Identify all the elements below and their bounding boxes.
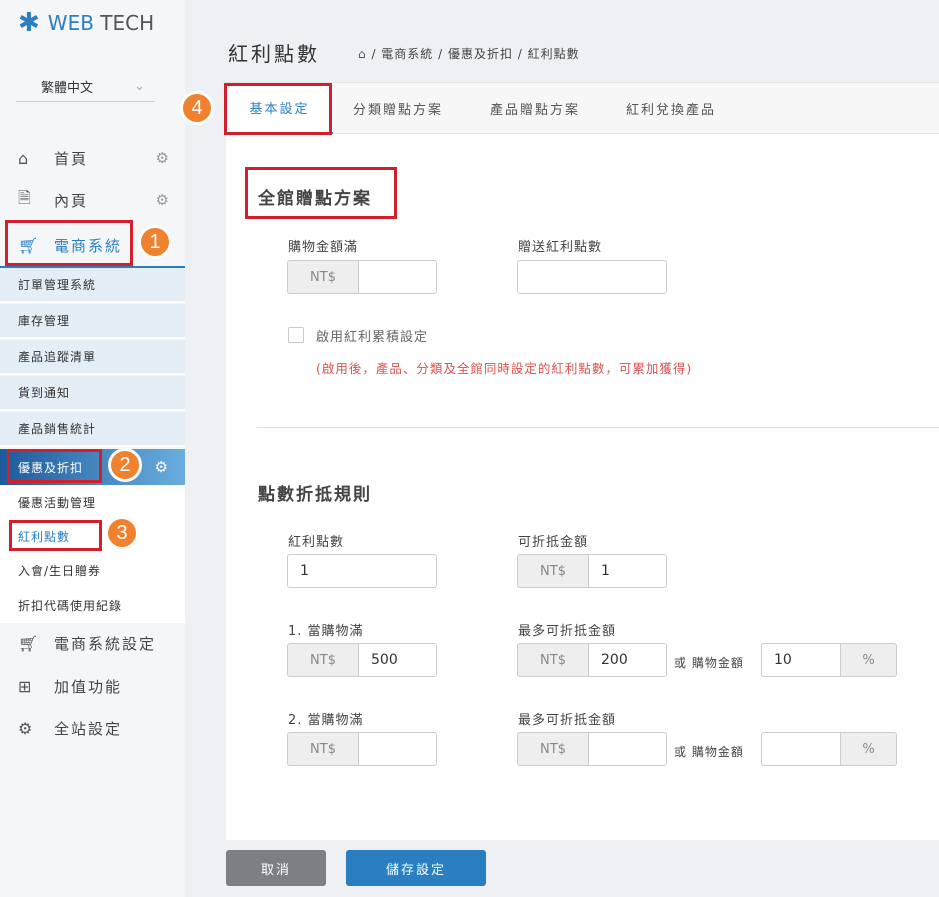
home-icon: ⌂ [18, 149, 40, 168]
checkbox-label: 啟用紅利累積設定 [316, 326, 428, 345]
language-value: 繁體中文 [41, 77, 93, 96]
nav-label: 電商系統設定 [54, 633, 156, 654]
field-label: 購物金額滿 [288, 236, 358, 255]
field-label: 可折抵金額 [518, 531, 588, 550]
or-label: 或 購物金額 [674, 743, 744, 760]
currency-addon: NT$ [517, 643, 588, 677]
rule2-max-input[interactable] [588, 732, 667, 766]
submenu-item[interactable]: 入會/生日贈券 [0, 553, 185, 588]
nav-ecommerce-settings[interactable]: 🛒︎ 電商系統設定 [0, 623, 185, 663]
highlight-box [5, 220, 133, 266]
field-label: 紅利點數 [288, 531, 344, 550]
field-label: 1. 當購物滿 [288, 620, 364, 639]
highlight-box [7, 449, 102, 483]
note-text: (啟用後，產品、分類及全館同時設定的紅利點數，可累加獲得) [316, 358, 692, 377]
cart-icon: 🛒︎ [18, 634, 40, 653]
deduct-input-group: NT$1 [517, 554, 667, 588]
tab-product-points[interactable]: 產品贈點方案 [490, 83, 580, 134]
field-label: 最多可折抵金額 [518, 620, 616, 639]
nav-home[interactable]: ⌂ 首頁 ⚙ [0, 138, 185, 178]
language-select[interactable]: 繁體中文 ⌄ [16, 72, 155, 102]
redeem-points-input[interactable]: 1 [287, 554, 437, 588]
rule1-amount-input[interactable]: 500 [358, 643, 437, 677]
field-label: 最多可折抵金額 [518, 709, 616, 728]
save-button[interactable]: 儲存設定 [346, 850, 486, 886]
breadcrumb: ⌂ / 電商系統 / 優惠及折扣 / 紅利點數 [358, 45, 580, 62]
document-icon: 🗎 [18, 187, 40, 214]
nav-addons[interactable]: ⊞ 加值功能 [0, 666, 185, 706]
rule2-amount-input[interactable] [358, 732, 437, 766]
cancel-button[interactable]: 取消 [226, 850, 326, 886]
field-label: 贈送紅利點數 [518, 236, 602, 255]
or-label: 或 購物金額 [674, 654, 744, 671]
tab-bar: 基本設定 分類贈點方案 產品贈點方案 紅利兌換產品 [226, 82, 939, 134]
points-input[interactable] [517, 260, 667, 294]
step-badge: 4 [180, 91, 214, 125]
percent-addon: % [841, 732, 897, 766]
submenu-item[interactable]: 產品銷售統計 [0, 412, 185, 447]
logo[interactable]: ✱ WEB TECH [18, 8, 154, 38]
nav-inner[interactable]: 🗎 內頁 ⚙ [0, 180, 185, 220]
deduct-input[interactable]: 1 [588, 554, 667, 588]
submenu-item[interactable]: 優惠活動管理 [0, 485, 185, 520]
home-icon[interactable]: ⌂ [358, 47, 367, 61]
gift-icon: ⊞ [18, 677, 40, 696]
highlight-box [224, 83, 332, 135]
tab-redeem-products[interactable]: 紅利兌換產品 [626, 83, 716, 134]
highlight-box [245, 167, 397, 219]
rule2-percent-input[interactable] [761, 732, 841, 766]
highlight-box [9, 520, 102, 551]
tab-category-points[interactable]: 分類贈點方案 [353, 83, 443, 134]
gear-icon: ⚙ [18, 719, 40, 738]
nav-label: 內頁 [54, 190, 88, 211]
section-title: 點數折抵規則 [258, 480, 372, 505]
gear-icon[interactable]: ⚙ [156, 191, 169, 209]
gear-icon[interactable]: ⚙ [155, 458, 169, 476]
rule1-percent-group: 10% [761, 643, 897, 677]
rule1-max-group: NT$200 [517, 643, 667, 677]
submenu-item[interactable]: 訂單管理系統 [0, 268, 185, 303]
submenu-item[interactable]: 庫存管理 [0, 304, 185, 339]
step-badge: 3 [105, 516, 139, 550]
nav-label: 首頁 [54, 148, 88, 169]
rule1-amount-group: NT$500 [287, 643, 437, 677]
submenu-item[interactable]: 折扣代碼使用紀錄 [0, 588, 185, 623]
logo-text-2: TECH [100, 11, 154, 35]
rule1-percent-input[interactable]: 10 [761, 643, 841, 677]
page-title: 紅利點數 [228, 38, 320, 67]
chevron-down-icon: ⌄ [134, 79, 145, 94]
currency-addon: NT$ [287, 732, 358, 766]
divider [257, 427, 939, 428]
logo-text: WEB [48, 11, 94, 35]
percent-addon: % [841, 643, 897, 677]
step-badge: 2 [108, 448, 142, 482]
submenu-item[interactable]: 產品追蹤清單 [0, 340, 185, 375]
asterisk-logo-icon: ✱ [18, 8, 40, 38]
amount-input-group: NT$ [287, 260, 437, 294]
rule2-amount-group: NT$ [287, 732, 437, 766]
amount-input[interactable] [358, 260, 437, 294]
nav-site-settings[interactable]: ⚙ 全站設定 [0, 708, 185, 748]
step-badge: 1 [138, 225, 172, 259]
nav-label: 加值功能 [54, 676, 122, 697]
rule2-max-group: NT$ [517, 732, 667, 766]
currency-addon: NT$ [517, 554, 588, 588]
nav-label: 全站設定 [54, 718, 122, 739]
currency-addon: NT$ [517, 732, 588, 766]
rule2-percent-group: % [761, 732, 897, 766]
breadcrumb-path: / 電商系統 / 優惠及折扣 / 紅利點數 [371, 47, 579, 61]
currency-addon: NT$ [287, 260, 358, 294]
currency-addon: NT$ [287, 643, 358, 677]
field-label: 2. 當購物滿 [288, 709, 364, 728]
submenu-item[interactable]: 貨到通知 [0, 376, 185, 411]
accumulate-checkbox[interactable] [288, 327, 304, 343]
gear-icon[interactable]: ⚙ [156, 149, 169, 167]
rule1-max-input[interactable]: 200 [588, 643, 667, 677]
